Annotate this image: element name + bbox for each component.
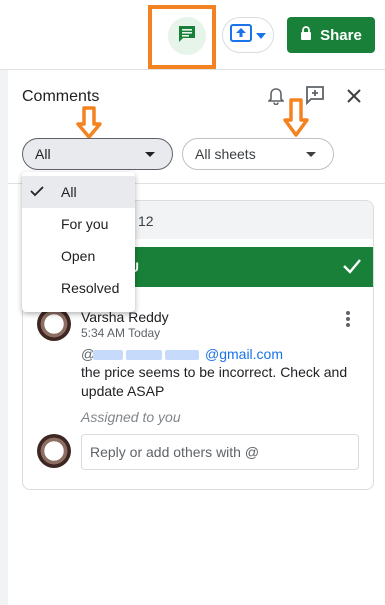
- close-icon: [347, 88, 361, 108]
- caret-down-icon: [306, 152, 316, 157]
- reply-placeholder: Reply or add others with @: [90, 444, 260, 460]
- check-icon[interactable]: [341, 255, 363, 280]
- menu-item-label: Resolved: [61, 280, 120, 296]
- filter-sheets-dropdown[interactable]: All sheets: [182, 138, 334, 170]
- filter-all-label: All: [35, 146, 51, 162]
- menu-item-resolved[interactable]: Resolved: [22, 272, 135, 304]
- share-button[interactable]: Share: [287, 17, 375, 53]
- chevron-down-icon: [256, 26, 266, 44]
- filter-comments-dropdown[interactable]: All: [22, 138, 173, 170]
- thread-header-text: 12: [138, 213, 154, 229]
- comment-body: the price seems to be incorrect. Check a…: [81, 364, 348, 399]
- menu-item-label: For you: [61, 216, 109, 232]
- close-button[interactable]: [344, 88, 364, 108]
- more-options-icon[interactable]: [343, 309, 353, 329]
- share-label: Share: [320, 26, 362, 44]
- mention-redacted: [93, 347, 205, 361]
- caret-down-icon: [145, 152, 155, 157]
- menu-item-label: Open: [61, 248, 96, 264]
- mention-link[interactable]: @gmail.com: [205, 346, 283, 362]
- menu-item-label: All: [61, 184, 77, 200]
- arrow-down-icon: [283, 98, 309, 143]
- panel-title: Comments: [22, 88, 100, 105]
- comment-time: 5:34 AM Today: [81, 326, 161, 340]
- reply-input[interactable]: Reply or add others with @: [81, 434, 359, 470]
- assigned-note: Assigned to you: [81, 409, 181, 425]
- comments-panel: Comments All All sheets 12 Varsha Reddy …: [8, 70, 385, 605]
- highlight-box: [148, 5, 216, 69]
- lock-icon: [300, 26, 312, 44]
- present-button[interactable]: [222, 17, 274, 53]
- bell-icon: [267, 87, 285, 110]
- upload-icon: [230, 23, 252, 47]
- filter-sheets-label: All sheets: [195, 146, 256, 162]
- avatar: [37, 307, 71, 341]
- filter-menu: All For you Open Resolved: [22, 172, 135, 312]
- menu-item-open[interactable]: Open: [22, 240, 135, 272]
- menu-item-all[interactable]: All: [22, 176, 135, 208]
- avatar: [37, 434, 71, 468]
- check-icon: [30, 184, 44, 201]
- top-toolbar: Share: [0, 0, 385, 70]
- menu-item-for-you[interactable]: For you: [22, 208, 135, 240]
